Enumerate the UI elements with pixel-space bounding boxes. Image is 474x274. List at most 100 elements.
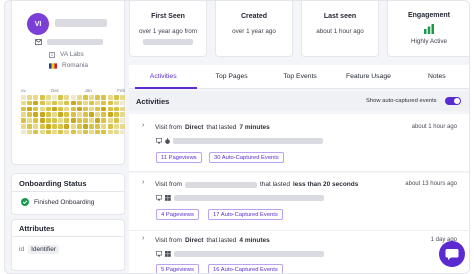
device-info-redacted [174,251,324,257]
activity-heatmap: ov Dec Jan Feb [21,88,125,135]
heatmap-cell [120,118,125,123]
visit-prefix: Visit from [155,124,182,131]
heatmap-cell [27,112,33,117]
visit-duration: 7 minutes [239,124,270,131]
device-row [156,138,323,144]
tab-bar: Activities Top Pages Top Events Feature … [129,65,469,89]
tab-notes[interactable]: Notes [403,65,469,88]
events-badge[interactable]: 17 Auto-Captured Events [208,209,283,220]
monitor-icon [156,251,162,257]
device-row [156,195,324,201]
heatmap-cell [95,123,101,129]
events-badge[interactable]: 16 Auto-Captured Events [208,264,283,273]
heatmap-cell [101,106,107,112]
heatmap-cell [107,112,113,117]
heatmap-cell [82,95,88,100]
tab-top-pages[interactable]: Top Pages [197,65,265,88]
tab-feature-usage[interactable]: Feature Usage [334,65,402,88]
stat-title: First Seen [151,13,185,20]
heatmap-cell [101,129,107,135]
heatmap-cell [64,129,70,135]
visit-source: Direct [184,124,204,131]
heatmap-cell [101,100,107,106]
heatmap-cell [101,95,107,100]
heatmap-cell [51,118,57,123]
heatmap-cell [64,106,70,112]
heatmap-cell [95,95,101,100]
tab-top-events[interactable]: Top Events [266,65,334,88]
activity-item[interactable]: › Visit from that lasted less than 20 se… [129,173,469,231]
email-redacted [47,39,103,45]
romania-flag-icon [49,62,57,69]
heatmap-cell [21,123,26,129]
mail-icon [35,39,42,45]
heatmap-cell [107,106,113,112]
activity-item[interactable]: › Visit from Direct that lasted 4 minute… [129,231,469,273]
heatmap-cell [45,129,51,135]
heatmap-cell [33,95,39,100]
pageviews-badge[interactable]: 11 Pageviews [156,152,202,163]
pageviews-badge[interactable]: 5 Pageviews [156,264,199,273]
heatmap-grid [21,95,125,135]
auto-captured-toggle[interactable] [445,97,461,105]
heatmap-months: ov Dec Jan Feb [21,88,125,93]
heatmap-cell [45,100,51,106]
heatmap-month: ov [21,88,26,93]
visit-mid: that lasted [206,124,237,131]
heatmap-cell [70,123,76,129]
heatmap-cell [70,129,76,135]
chat-launcher-button[interactable] [439,241,465,267]
heatmap-cell [64,118,70,123]
org-name: VA Labs [60,51,84,58]
stat-value-redacted [143,39,193,45]
chevron-right-icon[interactable]: › [142,235,144,242]
heatmap-cell [113,129,119,135]
heatmap-cell [120,123,125,129]
stat-title: Created [240,13,268,20]
heatmap-cell [120,95,125,100]
heatmap-cell [27,100,33,106]
heatmap-cell [101,123,107,129]
heatmap-cell [58,112,64,117]
heatmap-month: Dec [51,88,60,93]
activity-item[interactable]: › Visit from Direct that lasted 7 minute… [129,114,469,172]
heatmap-cell [113,106,119,112]
events-badge[interactable]: 30 Auto-Captured Events [209,152,284,163]
heatmap-cell [64,123,70,129]
building-icon [49,51,55,58]
heatmap-cell [39,112,45,117]
heatmap-cell [45,123,51,129]
heatmap-cell [70,106,76,112]
heatmap-cell [89,95,95,100]
pageviews-badge[interactable]: 4 Pageviews [156,209,199,220]
heatmap-cell [39,123,45,129]
onboarding-status: Finished Onboarding [21,198,94,206]
heatmap-cell [82,112,88,117]
heatmap-cell [58,129,64,135]
heatmap-cell [70,118,76,123]
attribute-value: Identifier [28,245,59,254]
heatmap-cell [45,112,51,117]
chat-bubble-icon [445,248,459,260]
heatmap-cell [21,129,26,135]
heatmap-cell [95,100,101,106]
heatmap-cell [95,112,101,117]
heatmap-cell [64,100,70,106]
heatmap-cell [51,100,57,106]
heatmap-cell [45,118,51,123]
heatmap-cell [27,106,33,112]
chevron-right-icon[interactable]: › [142,122,144,129]
heatmap-cell [89,118,95,123]
heatmap-cell [64,95,70,100]
country-name: Romania [62,62,89,69]
heatmap-cell [27,118,33,123]
heatmap-cell [33,106,39,112]
heatmap-cell [33,112,39,117]
heatmap-cell [21,118,26,123]
heatmap-cell [107,123,113,129]
tab-activities[interactable]: Activities [129,65,198,89]
heatmap-cell [120,129,125,135]
chevron-right-icon[interactable]: › [142,179,144,186]
heatmap-cell [64,112,70,117]
onboarding-divider [12,191,124,192]
